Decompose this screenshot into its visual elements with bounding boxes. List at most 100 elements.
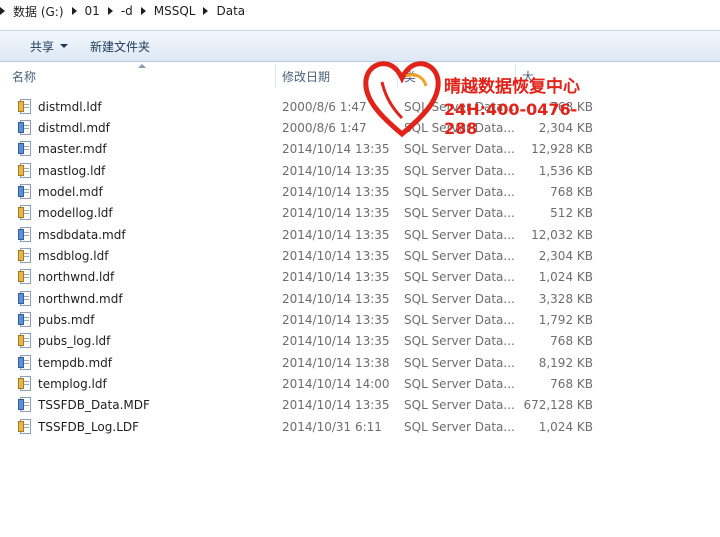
file-list: distmdl.ldf 2000/8/6 1:47 SQL Server Data.…: [0, 96, 600, 438]
file-row[interactable]: master.mdf 2014/10/14 13:35 SQL Server Dat…: [0, 139, 600, 160]
chevron-right-icon[interactable]: [71, 7, 77, 15]
mdf-icon: [18, 354, 32, 371]
breadcrumb-label: 01: [84, 4, 100, 18]
command-toolbar: 共享 新建文件夹: [0, 30, 720, 62]
file-name: northwnd.ldf: [38, 270, 115, 285]
mdf-icon: [18, 141, 32, 157]
file-name-cell[interactable]: pubs.mdf: [0, 312, 276, 328]
file-row[interactable]: distmdl.ldf 2000/8/6 1:47 SQL Server Data.…: [0, 96, 600, 117]
file-size: 512 KB: [550, 206, 593, 221]
file-row[interactable]: msdblog.ldf 2014/10/14 13:35 SQL Server Da…: [0, 245, 600, 266]
file-date: 2014/10/14 13:35: [282, 398, 390, 413]
file-date: 2014/10/14 14:00: [282, 377, 390, 392]
file-date: 2014/10/14 13:35: [282, 142, 390, 157]
file-size: 8,192 KB: [538, 355, 593, 370]
mdf-icon: [18, 184, 32, 200]
file-name-cell[interactable]: distmdl.ldf: [0, 98, 276, 115]
mdf-icon: [18, 226, 32, 243]
file-row[interactable]: TSSFDB_Data.MDF 2014/10/14 13:35 SQL Serve…: [0, 395, 600, 416]
ldf-icon: [18, 418, 32, 435]
chevron-right-icon[interactable]: [0, 7, 5, 15]
file-name-cell[interactable]: msdblog.ldf: [0, 248, 276, 264]
mdf-icon: [18, 290, 32, 307]
file-row[interactable]: msdbdata.mdf 2014/10/14 13:35 SQL Server D…: [0, 224, 600, 245]
column-header-size-label: 大: [522, 69, 535, 84]
ldf-icon: [18, 333, 32, 349]
breadcrumb-label: Data: [216, 4, 246, 18]
file-type: SQL Server Data...: [404, 270, 515, 285]
mdf-icon: [18, 397, 32, 413]
column-header-size[interactable]: 大: [516, 64, 600, 88]
file-name-cell[interactable]: mastlog.ldf: [0, 162, 276, 179]
file-size: 1,024 KB: [538, 419, 593, 434]
file-row[interactable]: modellog.ldf 2014/10/14 13:35 SQL Server D…: [0, 203, 600, 224]
file-date: 2014/10/14 13:35: [282, 227, 390, 242]
ldf-icon: [18, 162, 32, 179]
file-name-cell[interactable]: modellog.ldf: [0, 205, 276, 221]
address-bar[interactable]: 数据 (G:) 01 -d MSSQL Data: [0, 0, 720, 22]
file-type: SQL Server Data...: [404, 249, 515, 264]
file-name-cell[interactable]: master.mdf: [0, 141, 276, 157]
file-name-cell[interactable]: northwnd.ldf: [0, 269, 276, 285]
file-name-cell[interactable]: templog.ldf: [0, 376, 276, 392]
file-name: templog.ldf: [38, 377, 107, 392]
file-name: northwnd.mdf: [38, 291, 123, 306]
breadcrumb-segment-01[interactable]: 01: [70, 0, 106, 22]
column-header-name[interactable]: 名称: [0, 64, 276, 88]
breadcrumb-label: MSSQL: [153, 4, 196, 18]
file-name: distmdl.mdf: [38, 121, 110, 136]
file-name-cell[interactable]: distmdl.mdf: [0, 120, 276, 136]
file-name-cell[interactable]: northwnd.mdf: [0, 290, 276, 307]
column-header-type[interactable]: 类: [398, 64, 516, 88]
file-name: msdblog.ldf: [38, 249, 109, 264]
file-name: model.mdf: [38, 185, 103, 200]
file-row[interactable]: distmdl.mdf 2000/8/6 1:47 SQL Server Data.…: [0, 117, 600, 138]
file-name-cell[interactable]: tempdb.mdf: [0, 354, 276, 371]
file-date: 2014/10/14 13:35: [282, 334, 390, 349]
file-row[interactable]: TSSFDB_Log.LDF 2014/10/31 6:11 SQL Server …: [0, 416, 600, 437]
file-row[interactable]: model.mdf 2014/10/14 13:35 SQL Server Data…: [0, 181, 600, 202]
file-row[interactable]: pubs.mdf 2014/10/14 13:35 SQL Server Data.…: [0, 309, 600, 330]
file-date: 2000/8/6 1:47: [282, 121, 367, 136]
ldf-icon: [18, 98, 32, 115]
file-name: pubs.mdf: [38, 313, 95, 328]
file-type: SQL Server Data...: [404, 377, 515, 392]
file-size: 1,024 KB: [538, 270, 593, 285]
chevron-right-icon[interactable]: [107, 7, 113, 15]
file-size: 672,128 KB: [523, 398, 593, 413]
file-name-cell[interactable]: model.mdf: [0, 184, 276, 200]
file-name-cell[interactable]: pubs_log.ldf: [0, 333, 276, 349]
file-row[interactable]: northwnd.mdf 2014/10/14 13:35 SQL Server D…: [0, 288, 600, 309]
file-type: SQL Server Data...: [404, 121, 515, 136]
ldf-icon: [18, 248, 32, 264]
file-type: SQL Server Data...: [404, 398, 515, 413]
file-date: 2014/10/14 13:35: [282, 249, 390, 264]
file-date: 2014/10/31 6:11: [282, 419, 382, 434]
file-row[interactable]: templog.ldf 2014/10/14 14:00 SQL Server Da…: [0, 373, 600, 394]
share-button[interactable]: 共享: [22, 34, 76, 58]
file-type: SQL Server Data...: [404, 227, 515, 242]
file-name-cell[interactable]: TSSFDB_Data.MDF: [0, 397, 276, 413]
column-header-date[interactable]: 修改日期: [276, 64, 398, 88]
file-date: 2014/10/14 13:35: [282, 185, 390, 200]
file-size: 768 KB: [550, 377, 593, 392]
file-type: SQL Server Data...: [404, 142, 515, 157]
mdf-icon: [18, 312, 32, 328]
file-name: distmdl.ldf: [38, 99, 102, 114]
file-row[interactable]: pubs_log.ldf 2014/10/14 13:35 SQL Server D…: [0, 331, 600, 352]
file-type: SQL Server Data...: [404, 163, 515, 178]
chevron-right-icon[interactable]: [203, 7, 209, 15]
file-name-cell[interactable]: msdbdata.mdf: [0, 226, 276, 243]
breadcrumb-segment-mssql[interactable]: MSSQL: [139, 0, 202, 22]
breadcrumb-segment-data[interactable]: Data: [201, 0, 251, 22]
column-header-row: 名称 修改日期 类 大: [0, 64, 600, 88]
file-row[interactable]: mastlog.ldf 2014/10/14 13:35 SQL Server Da…: [0, 160, 600, 181]
chevron-right-icon[interactable]: [140, 7, 146, 15]
new-folder-button[interactable]: 新建文件夹: [82, 34, 158, 58]
file-row[interactable]: northwnd.ldf 2014/10/14 13:35 SQL Server D…: [0, 267, 600, 288]
file-size: 12,928 KB: [531, 142, 593, 157]
breadcrumb-segment-drive[interactable]: 数据 (G:): [0, 0, 70, 22]
file-row[interactable]: tempdb.mdf 2014/10/14 13:38 SQL Server Dat…: [0, 352, 600, 373]
file-name-cell[interactable]: TSSFDB_Log.LDF: [0, 418, 276, 435]
breadcrumb-segment-d[interactable]: -d: [106, 0, 139, 22]
